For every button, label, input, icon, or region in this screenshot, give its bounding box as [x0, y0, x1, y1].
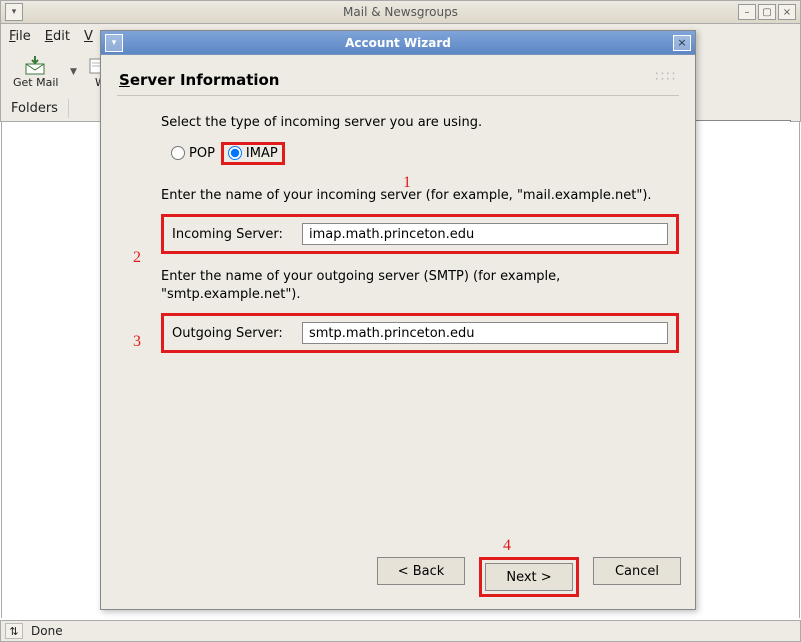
cancel-button[interactable]: Cancel [593, 557, 681, 585]
annotation-box-4: Next > [479, 557, 579, 597]
imap-radio-option[interactable]: IMAP [224, 145, 282, 162]
dialog-footer: < Back Next > Cancel [377, 557, 681, 597]
server-type-radio-group: POP IMAP [171, 142, 679, 165]
dialog-title: Account Wizard [101, 36, 695, 50]
outgoing-server-label: Outgoing Server: [172, 326, 292, 341]
loading-indicator-icon: ∷∷ [655, 69, 677, 85]
annotation-box-1: IMAP [221, 142, 285, 165]
pop-radio[interactable] [171, 146, 185, 160]
annotation-4: 4 [503, 537, 511, 555]
dialog-titlebar: ▾ Account Wizard × [101, 31, 695, 55]
outgoing-server-input[interactable] [302, 322, 668, 344]
minimize-button[interactable]: – [738, 4, 756, 20]
outgoing-server-instruction: Enter the name of your outgoing server (… [161, 268, 679, 303]
online-status-icon[interactable]: ⇅ [5, 623, 23, 639]
separator [117, 95, 679, 96]
annotation-2: 2 [133, 249, 141, 267]
next-button[interactable]: Next > [485, 563, 573, 591]
mail-download-icon [24, 56, 48, 76]
outgoing-server-row: Outgoing Server: [161, 313, 679, 353]
menu-edit[interactable]: Edit [45, 29, 70, 44]
incoming-type-instruction: Select the type of incoming server you a… [161, 114, 679, 132]
get-mail-button[interactable]: Get Mail [7, 54, 64, 91]
incoming-server-row: Incoming Server: [161, 214, 679, 254]
incoming-server-input[interactable] [302, 223, 668, 245]
incoming-server-label: Incoming Server: [172, 227, 292, 242]
maximize-button[interactable]: ▢ [758, 4, 776, 20]
statusbar: ⇅ Done [0, 620, 801, 642]
pop-radio-option[interactable]: POP [171, 146, 215, 161]
main-window-title: Mail & Newsgroups [1, 5, 800, 19]
section-heading: Server Information [117, 71, 679, 89]
account-wizard-dialog: ▾ Account Wizard × Server Information ∷∷… [100, 30, 696, 610]
back-button[interactable]: < Back [377, 557, 465, 585]
folders-tab[interactable]: Folders [1, 99, 69, 118]
incoming-server-instruction: Enter the name of your incoming server (… [161, 187, 679, 205]
annotation-3: 3 [133, 333, 141, 351]
main-titlebar: ▾ Mail & Newsgroups – ▢ × [0, 0, 801, 24]
status-text: Done [31, 624, 63, 638]
annotation-1: 1 [403, 174, 411, 192]
menu-view-partial[interactable]: V [84, 29, 93, 44]
dialog-close-button[interactable]: × [673, 35, 691, 51]
toolbar-dropdown-icon[interactable]: ▼ [68, 67, 78, 77]
imap-radio[interactable] [228, 146, 242, 160]
menu-file[interactable]: File [9, 29, 31, 44]
close-button[interactable]: × [778, 4, 796, 20]
